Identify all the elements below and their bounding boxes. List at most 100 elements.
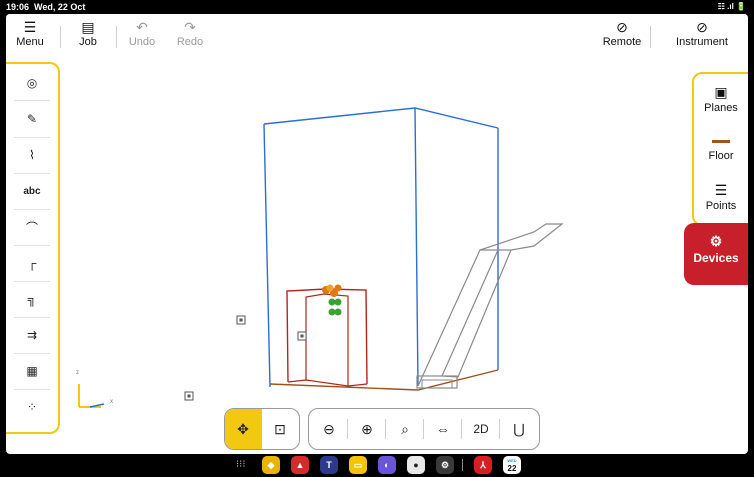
remote-label: Remote: [602, 36, 642, 48]
dock-camera-icon[interactable]: ●: [407, 456, 425, 474]
planes-button[interactable]: ▣ Planes: [694, 84, 748, 114]
dock-app-yellow-icon[interactable]: ◆: [262, 456, 280, 474]
devices-label: Devices: [693, 251, 739, 265]
floor-button[interactable]: Floor: [694, 132, 748, 162]
panel-divider: [14, 137, 50, 138]
panel-divider: [14, 281, 50, 282]
device-frame: 19:06 Wed, 22 Oct ☷ .ıl 🔋 z x ☰ Menu ▤ J…: [0, 0, 754, 477]
dock-calendar-icon[interactable]: WED 22: [503, 456, 521, 474]
tools-button[interactable]: ✎: [14, 104, 50, 134]
point-cluster-green[interactable]: [328, 298, 342, 316]
arc-tool-button[interactable]: ⌒: [14, 212, 50, 242]
text-tool-label: abc: [23, 185, 41, 197]
bar-divider: [423, 419, 424, 439]
corner-tool-button[interactable]: ┌: [14, 248, 50, 278]
zoom-out-icon: ⊖: [323, 420, 335, 437]
redo-icon: ↷: [184, 19, 196, 35]
zoom-window-icon: ⌕: [401, 420, 409, 437]
zoom-in-button[interactable]: ⊕: [349, 409, 385, 449]
right-layer-panel: ▣ Planes Floor ☰ Points: [692, 72, 748, 226]
orbit-button[interactable]: ✥: [225, 409, 261, 449]
job-button[interactable]: ▤ Job: [64, 20, 112, 48]
stairs-outline-a: [417, 223, 564, 387]
qr-marker[interactable]: [236, 315, 246, 325]
bar-divider: [461, 419, 462, 439]
panel-divider: [14, 209, 50, 210]
dock-app-ts-icon[interactable]: T: [320, 456, 338, 474]
dock-browser-icon[interactable]: ◐: [378, 456, 396, 474]
undo-button[interactable]: ↶ Undo: [118, 20, 166, 48]
floor-line-icon: [694, 132, 748, 150]
offset-tool-button[interactable]: ╗: [14, 284, 50, 314]
points-button[interactable]: ☰ Points: [694, 182, 748, 212]
bar-divider: [385, 419, 386, 439]
job-label: Job: [79, 36, 97, 48]
text-tool-button[interactable]: abc: [14, 176, 50, 206]
axis-x-label: x: [110, 399, 113, 405]
toolbar-divider: [650, 26, 651, 48]
dock-settings-icon[interactable]: ⚙: [436, 456, 454, 474]
job-icon: ▤: [81, 19, 95, 35]
menu-button[interactable]: ☰ Menu: [6, 20, 54, 48]
door-inner: [305, 293, 349, 386]
axis-z-label: z: [76, 370, 79, 376]
system-dock: ⁝⁝⁝ ◆ ▲ T ▭ ◐ ● ⚙ ⅄ WED 22: [0, 454, 754, 477]
pan-button[interactable]: ⊡: [262, 409, 298, 449]
dock-pdf-icon[interactable]: ⅄: [474, 456, 492, 474]
corner-icon: ┌: [27, 256, 37, 270]
wrench-icon: ✎: [26, 112, 38, 126]
view-2d-label: 2D: [473, 422, 489, 436]
point-tool-button[interactable]: ⁘: [14, 392, 50, 422]
calendar-day: 22: [507, 464, 517, 473]
panel-divider: [14, 100, 50, 101]
axis-indicator: [78, 384, 105, 408]
app-drawer-icon[interactable]: ⁝⁝⁝: [236, 459, 246, 470]
wall-outline-top: [263, 107, 499, 129]
layout-tool-button[interactable]: ▦: [14, 356, 50, 386]
top-toolbar: ☰ Menu ▤ Job ↶ Undo ↷ Redo ⊘ Remote ⊘ In…: [6, 14, 748, 56]
zoom-out-button[interactable]: ⊖: [311, 409, 347, 449]
model-canvas[interactable]: [6, 14, 748, 454]
redo-label: Redo: [176, 36, 204, 48]
left-tool-panel: ◎ ✎ ⌇ abc ⌒ ┌ ╗ ⇉ ▦ ⁘: [6, 62, 60, 434]
zoom-extents-icon: ⇔: [436, 421, 450, 437]
panel-divider: [14, 353, 50, 354]
dock-divider: [462, 459, 463, 471]
qr-marker[interactable]: [184, 391, 194, 401]
measure-icon: ⇉: [26, 328, 38, 342]
pan-icon: ⊡: [274, 420, 286, 437]
undo-label: Undo: [128, 36, 156, 48]
wall-outline-left: [263, 123, 271, 388]
instrument-label: Instrument: [676, 36, 728, 48]
points-list-icon: ☰: [714, 182, 728, 198]
status-time: 19:06 Wed, 22 Oct: [6, 2, 86, 12]
view-settings-button[interactable]: ◎: [14, 68, 50, 98]
qr-marker[interactable]: [297, 331, 307, 341]
devices-icon: ⚙: [709, 233, 723, 249]
zoom-view-group: ⊖ ⊕ ⌕ ⇔ 2D ⋃: [308, 408, 540, 450]
measure-tool-button[interactable]: ⇉: [14, 320, 50, 350]
view-2d-button[interactable]: 2D: [463, 409, 499, 449]
hamburger-icon: ☰: [23, 19, 37, 35]
dock-app-red-icon[interactable]: ▲: [291, 456, 309, 474]
panel-divider: [14, 173, 50, 174]
polyline-tool-button[interactable]: ⌇: [14, 140, 50, 170]
undo-icon: ↶: [136, 19, 148, 35]
floor-label: Floor: [708, 150, 734, 162]
remote-off-icon: ⊘: [616, 19, 628, 35]
orbit-icon: ✥: [237, 420, 249, 437]
snap-magnet-button[interactable]: ⋃: [501, 409, 537, 449]
status-system-icons: ☷ .ıl 🔋: [717, 2, 746, 11]
zoom-window-button[interactable]: ⌕: [387, 409, 423, 449]
redo-button[interactable]: ↷ Redo: [166, 20, 214, 48]
devices-button[interactable]: ⚙ Devices: [684, 223, 748, 285]
dock-notes-icon[interactable]: ▭: [349, 456, 367, 474]
instrument-button[interactable]: ⊘ Instrument: [670, 20, 734, 48]
bar-divider: [499, 419, 500, 439]
zoom-extents-button[interactable]: ⇔: [425, 409, 461, 449]
point-icon: ⁘: [26, 400, 38, 414]
status-bar: 19:06 Wed, 22 Oct ☷ .ıl 🔋: [0, 0, 754, 14]
remote-button[interactable]: ⊘ Remote: [598, 20, 646, 48]
stairs-landing-inner: [421, 379, 453, 389]
planes-2d-icon: ▣: [714, 84, 728, 100]
